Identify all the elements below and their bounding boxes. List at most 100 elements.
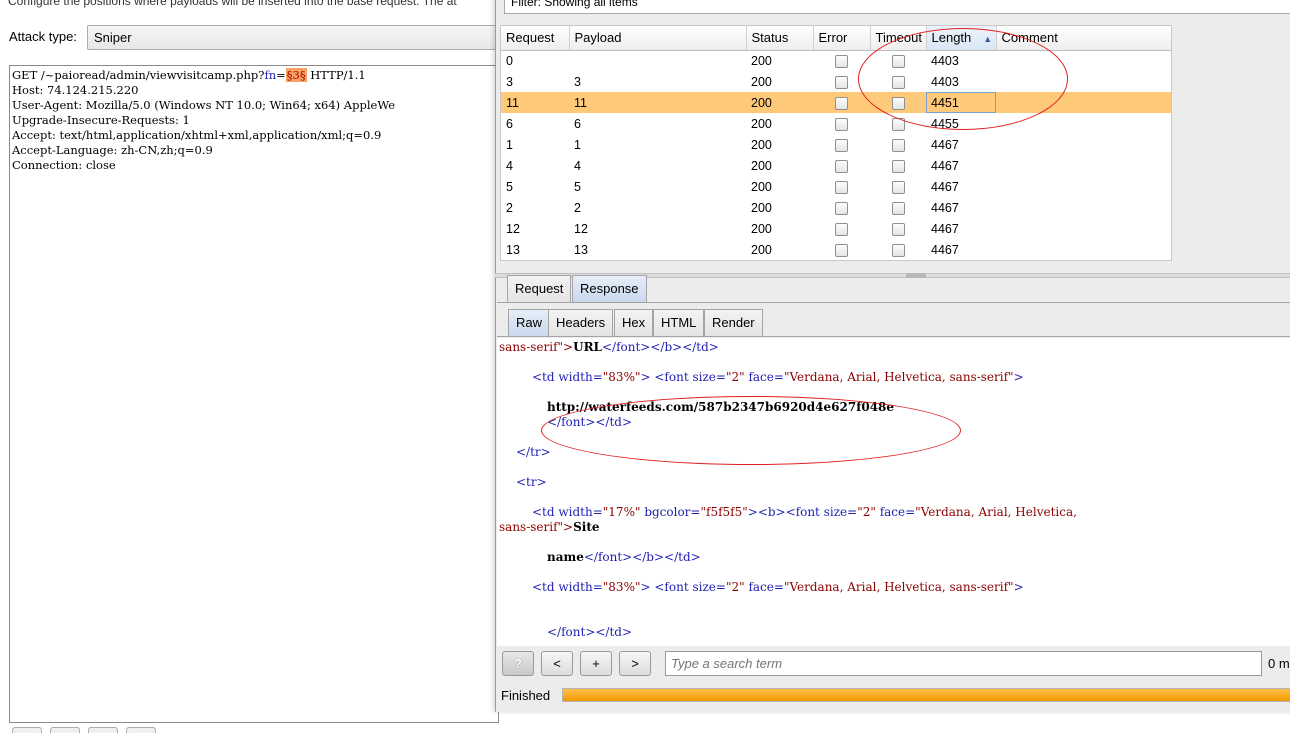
cell-status: 200: [751, 200, 772, 215]
cell-status: 200: [751, 179, 772, 194]
payload-position-marker[interactable]: §3§: [285, 68, 307, 82]
cell-length: 4467: [931, 179, 959, 194]
code-line: sans-serif">Site: [499, 520, 600, 534]
cell-length: 4467: [931, 137, 959, 152]
results-table: Request Payload Status Error Timeout Len…: [501, 26, 1171, 260]
table-row[interactable]: 11 11 200 4451: [501, 92, 1171, 113]
code-line: </font></td>: [547, 415, 633, 429]
cell-length: 4451: [926, 92, 996, 113]
tab-html[interactable]: HTML: [653, 309, 705, 336]
sort-ascending-icon: ▲: [983, 34, 993, 45]
timeout-checkbox: [891, 54, 905, 68]
cell-payload: 13: [574, 242, 588, 257]
cell-status: 200: [751, 116, 772, 131]
column-header-comment[interactable]: Comment: [996, 26, 1171, 51]
positions-hint: Configure the positions where payloads w…: [8, 0, 457, 8]
cell-timeout: [870, 218, 926, 239]
cell-comment: [996, 155, 1171, 176]
cell-request: 6: [506, 116, 513, 131]
attack-status: Finished: [501, 688, 551, 703]
cell-payload: 6: [574, 116, 581, 131]
cell-length: 4467: [931, 242, 959, 257]
tab-raw[interactable]: Raw: [508, 309, 551, 336]
table-row[interactable]: 13 13 200 4467: [501, 239, 1171, 260]
timeout-checkbox: [891, 243, 905, 257]
cell-status: 200: [751, 74, 772, 89]
cell-request: 4: [506, 158, 513, 173]
search-prev-button[interactable]: <: [541, 651, 573, 676]
cell-payload: 3: [574, 74, 581, 89]
cell-length: 4467: [931, 158, 959, 173]
column-header-error[interactable]: Error: [813, 26, 871, 51]
cell-payload: 11: [569, 92, 746, 113]
header-line: Accept: text/html,application/xhtml+xml,…: [12, 128, 382, 142]
cell-status: 200: [751, 221, 772, 236]
cell-payload: [569, 50, 746, 71]
cell-length: 4467: [931, 221, 959, 236]
code-line: <tr>: [516, 475, 547, 489]
error-checkbox: [835, 138, 848, 152]
error-checkbox: [835, 222, 848, 236]
column-header-payload[interactable]: Payload: [569, 26, 747, 51]
code-line: sans-serif">URL</font></b></td>: [499, 340, 719, 354]
table-row[interactable]: 4 4 200 4467: [501, 155, 1171, 176]
error-checkbox: [835, 180, 848, 194]
bottom-toolbar-button[interactable]: [12, 727, 42, 733]
tab-response[interactable]: Response: [572, 275, 647, 302]
table-row[interactable]: 6 6 200 4455: [501, 113, 1171, 134]
cell-request: 3: [506, 74, 513, 89]
tab-render[interactable]: Render: [704, 309, 763, 336]
search-input[interactable]: [665, 651, 1262, 676]
bottom-toolbar-button[interactable]: [88, 727, 118, 733]
code-line: </tr>: [516, 445, 551, 459]
table-row[interactable]: 1 1 200 4467: [501, 134, 1171, 155]
code-line: <td width="83%"> <font size="2" face="Ve…: [532, 370, 1024, 384]
cell-request: 5: [506, 179, 513, 194]
request-template-editor[interactable]: GET /~paioread/admin/viewvisitcamp.php?f…: [9, 65, 499, 723]
cell-error: [813, 176, 870, 197]
attack-type-select[interactable]: Sniper: [87, 25, 507, 50]
progress-fill: [563, 689, 1290, 701]
table-row[interactable]: 5 5 200 4467: [501, 176, 1171, 197]
cell-comment: [996, 71, 1171, 92]
cell-comment: [996, 134, 1171, 155]
code-line: <td width="83%"> <font size="2" face="Ve…: [532, 580, 1024, 594]
column-header-length[interactable]: Length ▲: [926, 26, 997, 51]
cell-payload: 4: [574, 158, 581, 173]
cell-length: 4403: [931, 53, 959, 68]
help-button[interactable]: ?: [502, 651, 534, 676]
cell-comment: [996, 50, 1171, 71]
tab-request[interactable]: Request: [507, 275, 572, 302]
cell-status: 200: [751, 137, 772, 152]
table-row[interactable]: 12 12 200 4467: [501, 218, 1171, 239]
attack-progress-bar: [562, 688, 1290, 702]
bottom-toolbar-button[interactable]: [50, 727, 80, 733]
search-options-button[interactable]: +: [580, 651, 612, 676]
cell-request: 11: [501, 92, 569, 113]
column-header-timeout[interactable]: Timeout: [870, 26, 927, 51]
table-row[interactable]: 3 3 200 4403: [501, 71, 1171, 92]
tab-headers[interactable]: Headers: [548, 309, 614, 336]
column-header-status[interactable]: Status: [746, 26, 814, 51]
header-line: Accept-Language: zh-CN,zh;q=0.9: [12, 143, 213, 157]
cell-status: 200: [751, 242, 772, 257]
tab-hex[interactable]: Hex: [614, 309, 654, 336]
bottom-toolbar-button[interactable]: [126, 727, 156, 733]
error-checkbox: [835, 159, 848, 173]
splitter-grip-icon[interactable]: [906, 273, 926, 278]
match-count: 0 m: [1268, 656, 1290, 671]
code-line: name</font></b></td>: [547, 550, 701, 564]
search-next-button[interactable]: >: [619, 651, 651, 676]
response-raw-viewer[interactable]: sans-serif">URL</font></b></td> <td widt…: [497, 338, 1290, 646]
cell-status: 200: [751, 158, 772, 173]
cell-status: 200: [751, 53, 772, 68]
cell-timeout: [870, 71, 926, 92]
results-filter-bar[interactable]: Filter: Showing all items: [504, 0, 1290, 14]
error-checkbox: [835, 54, 848, 68]
column-header-request[interactable]: Request: [501, 26, 570, 51]
header-line: Connection: close: [12, 158, 116, 172]
table-row[interactable]: 0 200 4403: [501, 50, 1171, 71]
cell-timeout: [870, 176, 926, 197]
table-row[interactable]: 2 2 200 4467: [501, 197, 1171, 218]
cell-error: [813, 218, 870, 239]
